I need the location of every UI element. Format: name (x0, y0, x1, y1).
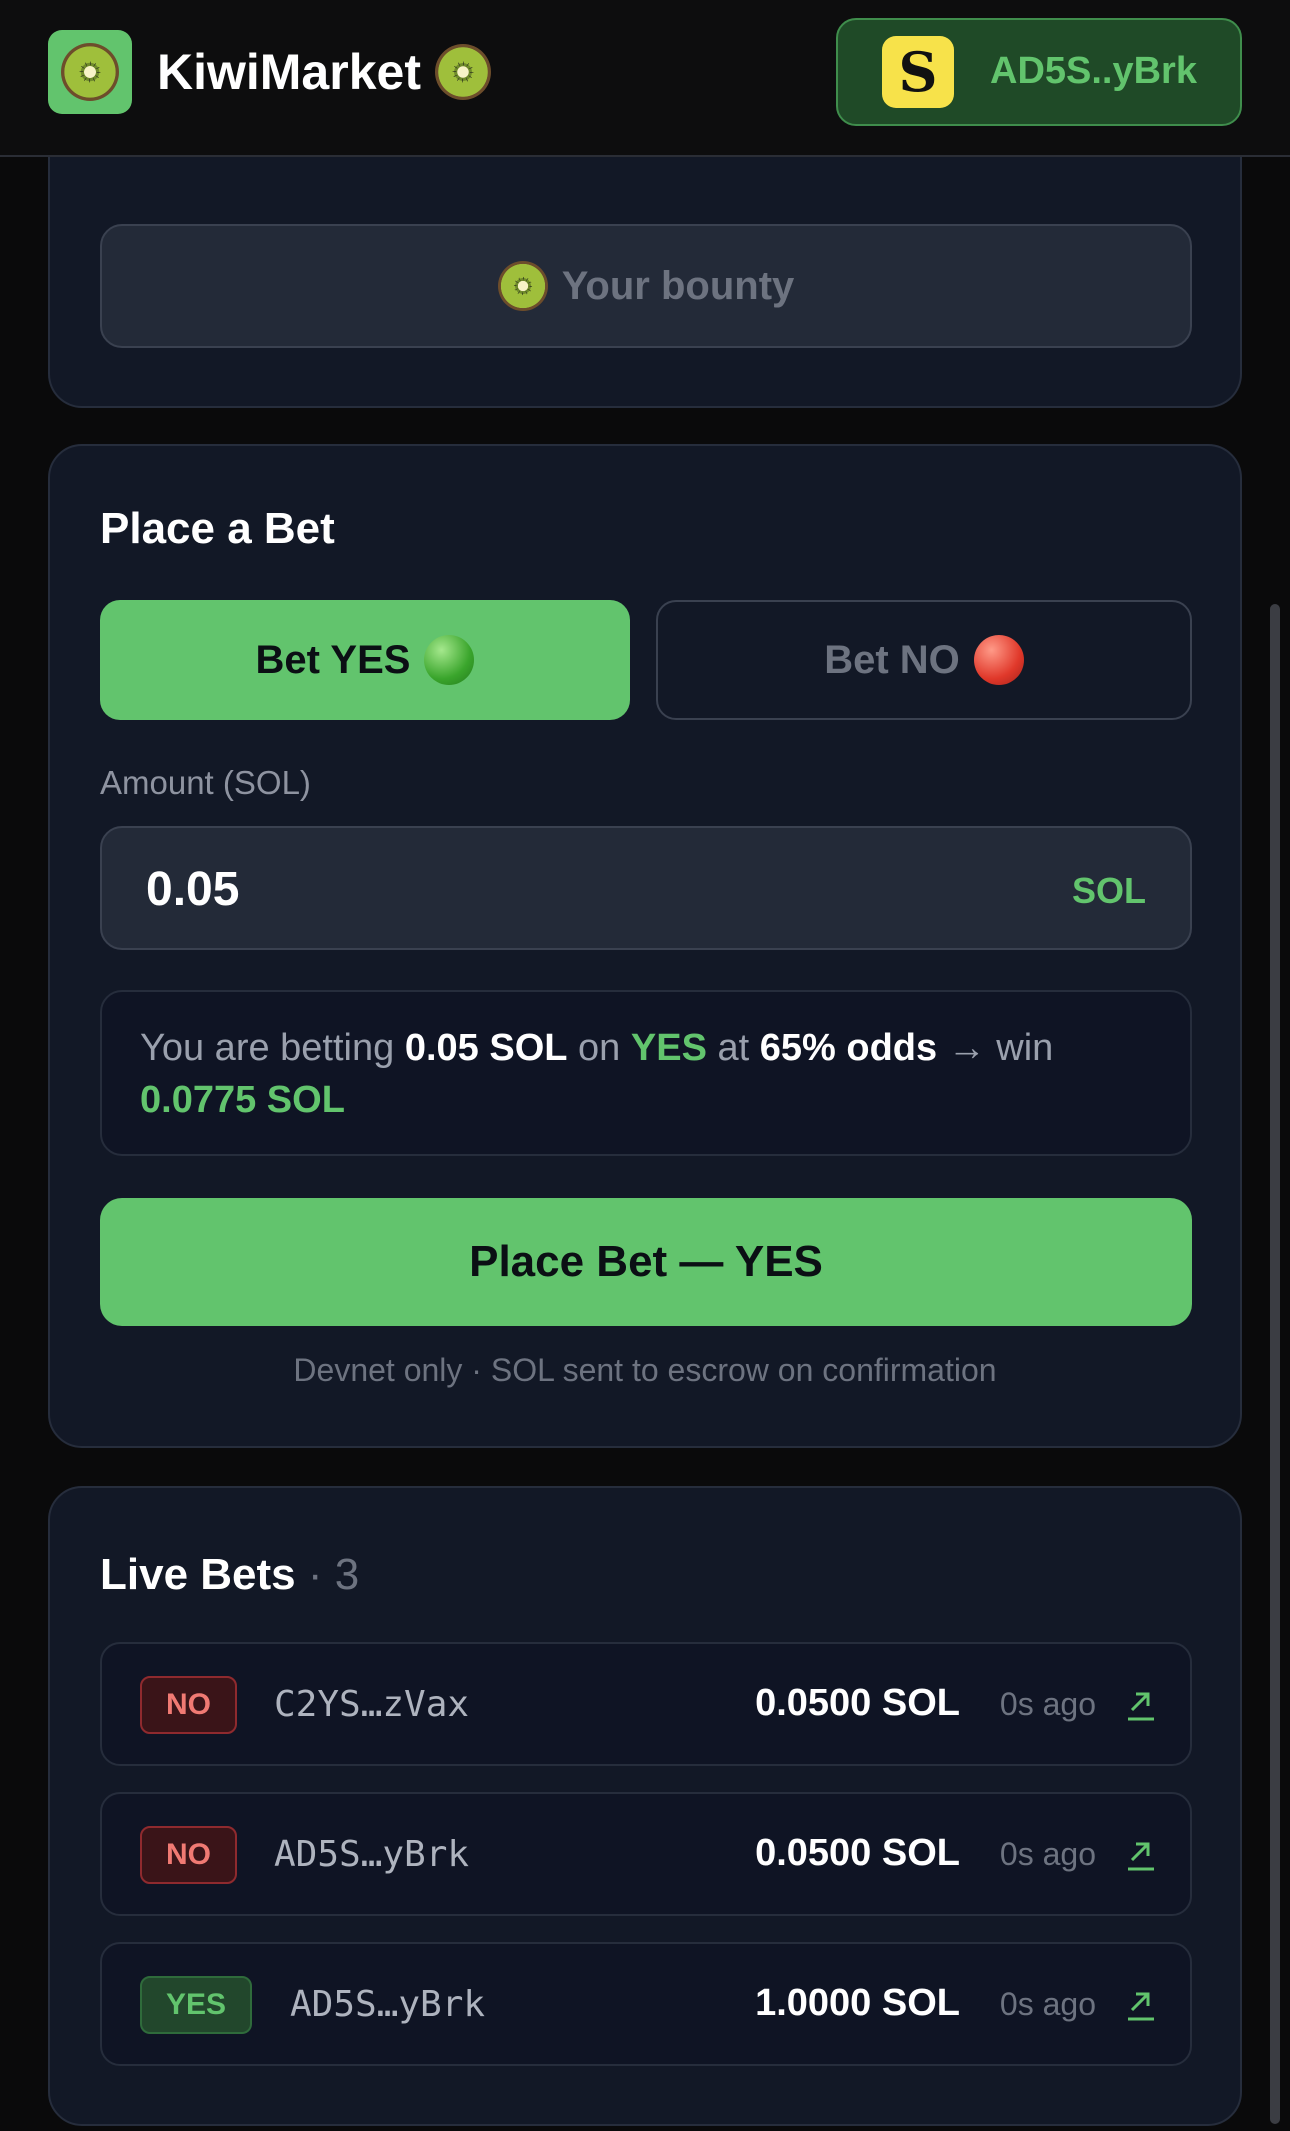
live-bet-row[interactable]: NO AD5S…yBrk 0.0500 SOL 0s ago (100, 1792, 1192, 1916)
bettor-address: AD5S…yBrk (290, 1984, 486, 2025)
place-bet-button[interactable]: Place Bet — YES (100, 1198, 1192, 1326)
app-header: KiwiMarket S AD5S..yBrk (0, 0, 1290, 157)
s-token-icon: S (882, 36, 954, 108)
summary-payout: 0.0775 SOL (140, 1079, 345, 1121)
side-badge: YES (140, 1976, 253, 2034)
amount-unit: SOL (1071, 870, 1146, 911)
summary-arrow-win: → win (947, 1027, 1054, 1069)
app-name: KiwiMarket (157, 44, 421, 100)
bet-time: 0s ago (999, 1986, 1096, 2022)
bet-yes-label: Bet YES (255, 637, 411, 682)
external-link-icon[interactable] (1126, 1838, 1156, 1872)
summary-prefix: You are betting (140, 1027, 395, 1069)
side-badge: NO (140, 1676, 237, 1734)
side-badge: NO (140, 1826, 237, 1884)
page-scrollbar[interactable] (1270, 604, 1280, 2124)
live-bets-count: · 3 (307, 1550, 360, 1599)
summary-amount: 0.05 SOL (404, 1027, 568, 1069)
summary-odds: 65% odds (759, 1027, 938, 1069)
bet-time: 0s ago (999, 1836, 1096, 1872)
place-bet-card: Place a Bet Bet YES Bet NO Amount (SOL) … (48, 444, 1242, 1448)
place-bet-title: Place a Bet (100, 504, 335, 553)
bet-no-label: Bet NO (824, 637, 960, 682)
app-title[interactable]: KiwiMarket (157, 40, 491, 104)
amount-field[interactable]: 0.05 SOL (100, 826, 1192, 950)
wallet-address: AD5S..yBrk (990, 50, 1197, 92)
bet-amount: 0.0500 SOL (755, 1832, 960, 1874)
live-bet-row[interactable]: NO C2YS…zVax 0.0500 SOL 0s ago (100, 1642, 1192, 1766)
live-bet-row[interactable]: YES AD5S…yBrk 1.0000 SOL 0s ago (100, 1942, 1192, 2066)
devnet-footnote: Devnet only · SOL sent to escrow on conf… (293, 1352, 997, 1388)
green-circle-icon (424, 635, 475, 685)
bettor-address: AD5S…yBrk (274, 1834, 470, 1875)
app-logo[interactable] (48, 30, 132, 114)
amount-input[interactable]: 0.05 (146, 862, 946, 917)
red-circle-icon (973, 635, 1024, 685)
summary-at: at (717, 1027, 750, 1069)
bettor-address: C2YS…zVax (274, 1684, 470, 1725)
external-link-icon[interactable] (1126, 1988, 1156, 2022)
bet-no-button[interactable]: Bet NO (656, 600, 1192, 720)
your-bounty-button[interactable]: Your bounty (100, 224, 1192, 348)
bet-summary: You are betting 0.05 SOL on YES at 65% o… (100, 990, 1192, 1156)
summary-side: YES (630, 1027, 707, 1069)
kiwi-icon (497, 261, 548, 311)
place-bet-label: Place Bet — YES (469, 1237, 823, 1286)
amount-label: Amount (SOL) (100, 764, 311, 801)
live-bets-card: Live Bets · 3 NO C2YS…zVax 0.0500 SOL 0s… (48, 1486, 1242, 2126)
bet-amount: 1.0000 SOL (755, 1982, 960, 2024)
bet-time: 0s ago (999, 1686, 1096, 1722)
live-bets-title: Live Bets · 3 (100, 1550, 359, 1600)
bet-amount: 0.0500 SOL (755, 1682, 960, 1724)
live-bets-title-text: Live Bets (100, 1550, 296, 1599)
your-bounty-label: Your bounty (561, 263, 795, 308)
kiwi-icon (61, 43, 119, 101)
wallet-button[interactable]: S AD5S..yBrk (836, 18, 1242, 126)
kiwi-icon (434, 44, 491, 100)
external-link-icon[interactable] (1126, 1688, 1156, 1722)
summary-on: on (578, 1027, 621, 1069)
bet-yes-button[interactable]: Bet YES (100, 600, 630, 720)
